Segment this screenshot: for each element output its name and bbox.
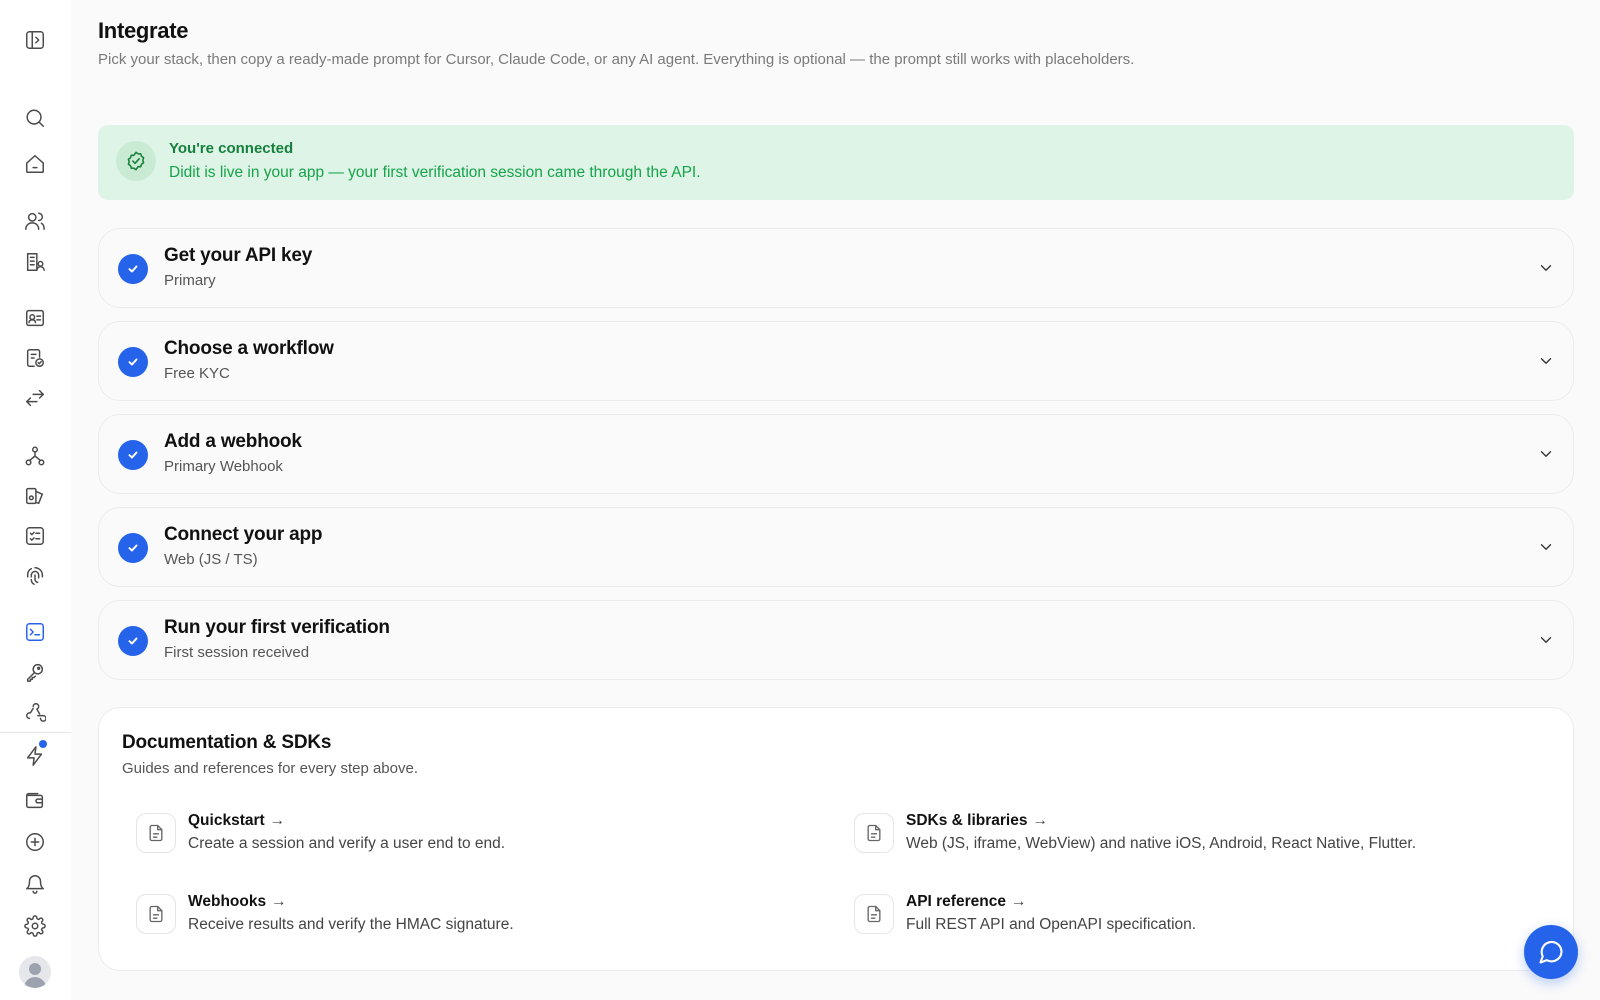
page-subtitle: Pick your stack, then copy a ready-made … <box>98 51 1135 68</box>
check-icon <box>118 440 148 470</box>
avatar[interactable] <box>19 956 51 988</box>
arrow-right-icon: → <box>269 812 286 829</box>
sidebar-divider <box>0 732 71 733</box>
step-title: Get your API key <box>164 245 313 266</box>
webhook-icon[interactable] <box>21 698 49 726</box>
users-icon[interactable] <box>21 207 49 235</box>
plus-circle-icon[interactable] <box>21 828 49 856</box>
arrow-right-icon: → <box>271 893 287 910</box>
doc-description: Full REST API and OpenAPI specification. <box>906 916 1197 933</box>
document-icon <box>854 894 894 934</box>
check-icon <box>118 626 148 656</box>
doc-title: SDKs & libraries → <box>906 812 1048 829</box>
notification-dot <box>39 740 47 748</box>
docs-subtitle: Guides and references for every step abo… <box>122 760 419 777</box>
check-icon <box>118 533 148 563</box>
doc-description: Web (JS, iframe, WebView) and native iOS… <box>906 835 1417 852</box>
page-title: Integrate <box>98 18 189 43</box>
step-subtitle: Primary <box>164 272 216 289</box>
banner-title: You're connected <box>169 140 294 157</box>
step-title: Choose a workflow <box>164 338 334 359</box>
transfer-icon[interactable] <box>21 384 49 412</box>
step-add-webhook[interactable]: Add a webhook Primary Webhook <box>98 414 1574 494</box>
check-icon <box>118 254 148 284</box>
document-icon <box>136 813 176 853</box>
id-card-icon[interactable] <box>21 304 49 332</box>
doc-description: Receive results and verify the HMAC sign… <box>188 916 514 933</box>
building-icon[interactable] <box>21 248 49 276</box>
step-title: Connect your app <box>164 524 323 545</box>
chat-bubble-icon <box>1539 940 1563 964</box>
doc-title: Webhooks → <box>188 893 287 910</box>
sidebar <box>0 0 71 1000</box>
docs-card: Documentation & SDKs Guides and referenc… <box>98 707 1574 971</box>
chevron-down-icon[interactable] <box>1537 631 1555 649</box>
doc-link-quickstart[interactable]: Quickstart → Create a session and verify … <box>136 809 836 859</box>
doc-link-api-reference[interactable]: API reference → Full REST API and OpenAPI… <box>854 890 1554 940</box>
search-icon[interactable] <box>21 104 49 132</box>
docs-title: Documentation & SDKs <box>122 732 332 753</box>
step-title: Add a webhook <box>164 431 302 452</box>
step-subtitle: Primary Webhook <box>164 458 283 475</box>
doc-title: API reference → <box>906 893 1027 910</box>
settings-icon[interactable] <box>21 912 49 940</box>
step-subtitle: Free KYC <box>164 365 230 382</box>
connected-banner: You're connected Didit is live in your a… <box>98 125 1574 200</box>
checklist-icon[interactable] <box>21 522 49 550</box>
document-check-icon[interactable] <box>21 344 49 372</box>
chevron-down-icon[interactable] <box>1537 352 1555 370</box>
expand-sidebar-icon[interactable] <box>21 26 49 54</box>
home-icon[interactable] <box>21 150 49 178</box>
badge-check-icon <box>116 141 156 181</box>
chevron-down-icon[interactable] <box>1537 538 1555 556</box>
step-connect-app[interactable]: Connect your app Web (JS / TS) <box>98 507 1574 587</box>
check-icon <box>118 347 148 377</box>
document-icon <box>854 813 894 853</box>
doc-description: Create a session and verify a user end t… <box>188 835 506 852</box>
arrow-right-icon: → <box>1010 893 1027 910</box>
chevron-down-icon[interactable] <box>1537 259 1555 277</box>
step-subtitle: Web (JS / TS) <box>164 551 258 568</box>
arrow-right-icon: → <box>1032 812 1048 829</box>
step-get-api-key[interactable]: Get your API key Primary <box>98 228 1574 308</box>
doc-link-sdks[interactable]: SDKs & libraries → Web (JS, iframe, WebVi… <box>854 809 1554 859</box>
wallet-icon[interactable] <box>21 786 49 814</box>
layers-icon[interactable] <box>21 482 49 510</box>
step-choose-workflow[interactable]: Choose a workflow Free KYC <box>98 321 1574 401</box>
step-title: Run your first verification <box>164 617 390 638</box>
bell-icon[interactable] <box>21 870 49 898</box>
chevron-down-icon[interactable] <box>1537 445 1555 463</box>
key-icon[interactable] <box>21 658 49 686</box>
fingerprint-icon[interactable] <box>21 562 49 590</box>
banner-text: Didit is live in your app — your first v… <box>169 164 701 181</box>
workflow-icon[interactable] <box>21 442 49 470</box>
terminal-icon[interactable] <box>21 618 49 646</box>
document-icon <box>136 894 176 934</box>
doc-link-webhooks[interactable]: Webhooks → Receive results and verify the… <box>136 890 836 940</box>
chat-button[interactable] <box>1524 925 1578 979</box>
step-run-verification[interactable]: Run your first verification First sessio… <box>98 600 1574 680</box>
step-subtitle: First session received <box>164 644 310 661</box>
doc-title: Quickstart → <box>188 812 286 829</box>
